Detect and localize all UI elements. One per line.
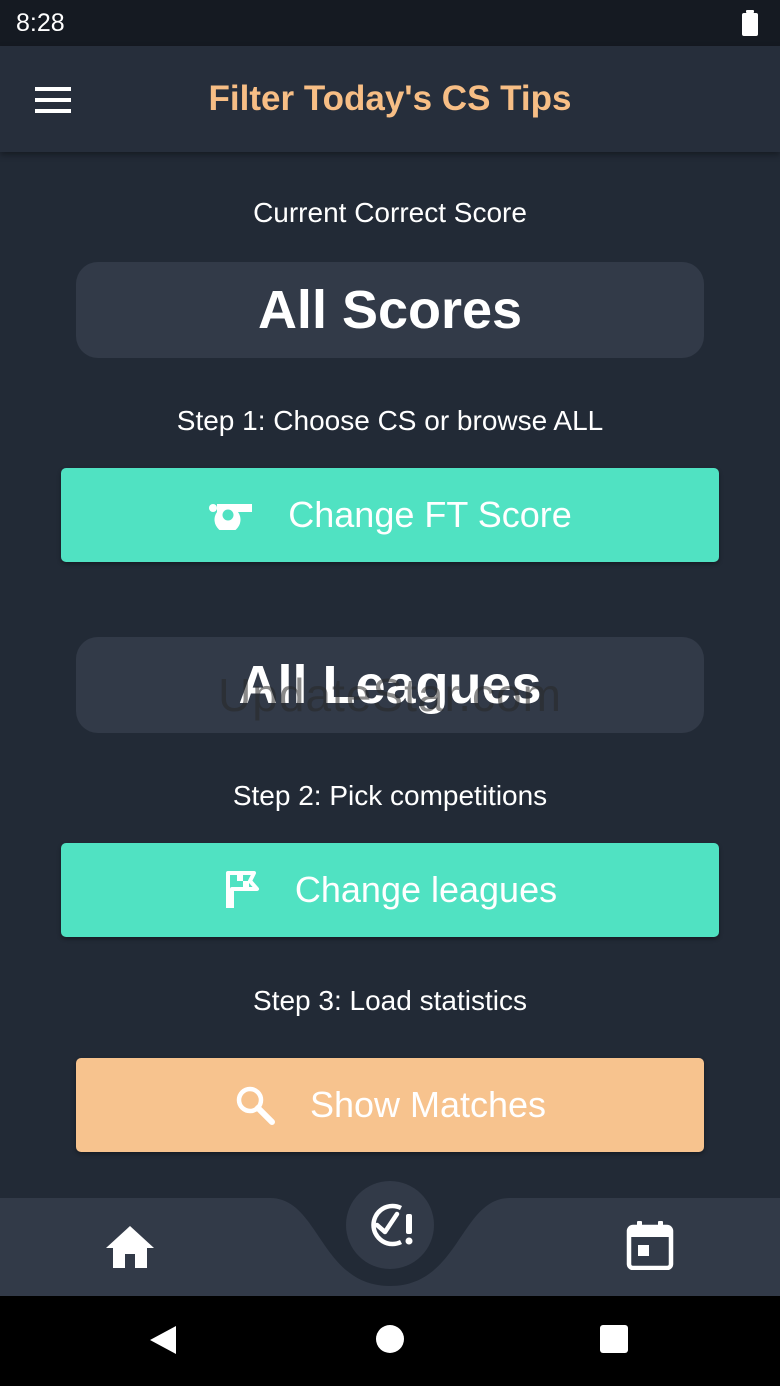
change-leagues-button[interactable]: Change leagues: [61, 843, 719, 937]
show-matches-label: Show Matches: [309, 1084, 547, 1125]
search-icon: [234, 1084, 276, 1126]
whistle-icon: [208, 500, 254, 530]
bottom-nav: [0, 1181, 780, 1296]
current-leagues-display: All Leagues: [76, 637, 704, 733]
system-nav-bar: [0, 1296, 780, 1386]
battery-icon: [742, 10, 758, 36]
step-3-text: Step 3: Load statistics: [253, 985, 527, 1016]
app-bar: Filter Today's CS Tips: [0, 46, 780, 152]
back-icon[interactable]: [148, 1324, 178, 1361]
status-bar: 8:28: [0, 0, 780, 46]
hamburger-icon[interactable]: [35, 87, 71, 113]
recents-icon[interactable]: [600, 1325, 628, 1353]
current-score-caption: Current Correct Score: [253, 197, 527, 228]
clock-alert-icon[interactable]: [346, 1181, 434, 1269]
flag-icon: [223, 870, 261, 910]
change-ft-score-button[interactable]: Change FT Score: [61, 468, 719, 562]
show-matches-button[interactable]: Show Matches: [76, 1058, 704, 1152]
change-ft-score-label: Change FT Score: [288, 494, 572, 535]
current-score-display: All Scores: [76, 262, 704, 358]
change-leagues-label: Change leagues: [294, 869, 558, 910]
home-icon[interactable]: [104, 1224, 156, 1270]
step-2-text: Step 2: Pick competitions: [232, 780, 548, 811]
page-title: Filter Today's CS Tips: [208, 79, 572, 118]
calendar-icon[interactable]: [626, 1220, 674, 1271]
system-home-icon[interactable]: [376, 1325, 404, 1353]
status-time: 8:28: [16, 8, 65, 37]
step-1-text: Step 1: Choose CS or browse ALL: [176, 405, 604, 436]
